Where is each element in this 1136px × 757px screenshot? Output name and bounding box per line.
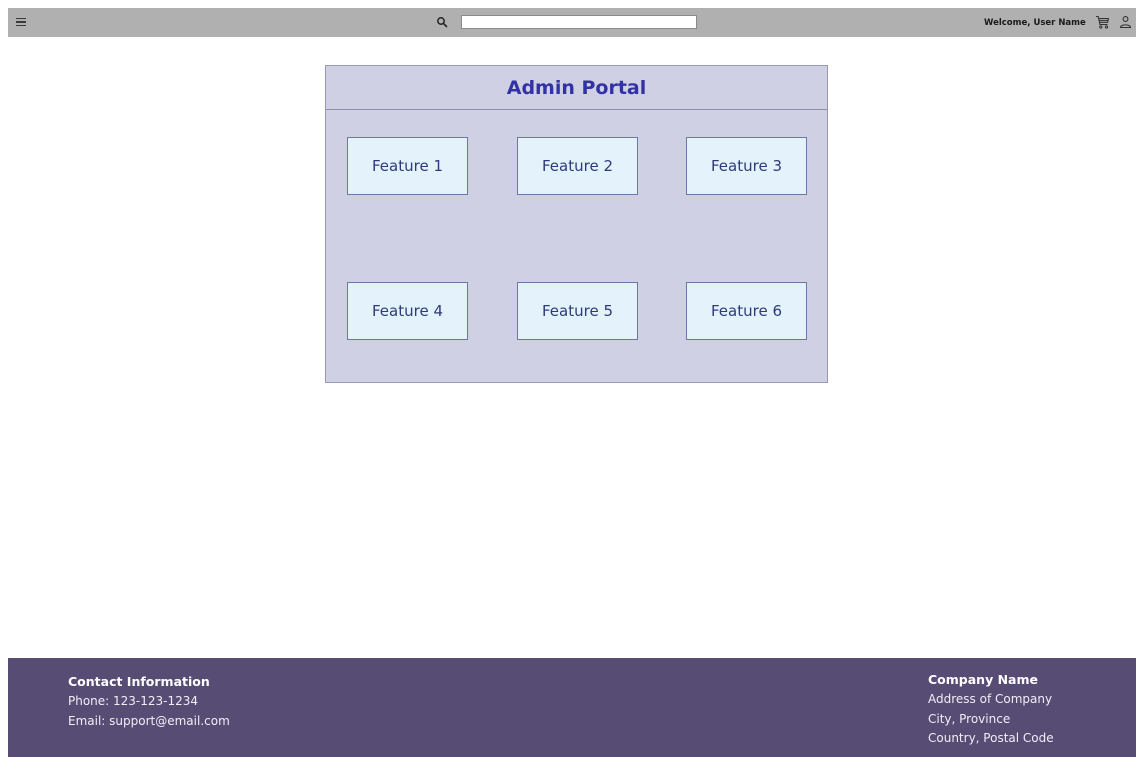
footer: Contact Information Phone: 123-123-1234 … [8, 658, 1136, 757]
feature-2-button[interactable]: Feature 2 [517, 137, 638, 195]
page: Welcome, User Name Admin Portal Feature … [0, 0, 1136, 757]
feature-3-button[interactable]: Feature 3 [686, 137, 807, 195]
company-information: Company Name Address of Company City, Pr… [928, 670, 1054, 749]
shopping-cart-icon[interactable] [1095, 15, 1110, 29]
contact-information: Contact Information Phone: 123-123-1234 … [68, 672, 230, 731]
contact-heading: Contact Information [68, 674, 210, 689]
contact-email: Email: support@email.com [68, 713, 230, 728]
feature-6-button[interactable]: Feature 6 [686, 282, 807, 340]
welcome-message: Welcome, User Name [984, 18, 1086, 28]
company-address: Address of Company [928, 692, 1053, 706]
menu-line-3 [16, 24, 26, 27]
search-input[interactable] [461, 15, 697, 29]
portal-title: Admin Portal [506, 76, 647, 99]
top-navigation-bar: Welcome, User Name [8, 8, 1136, 37]
company-country: Country, Postal Code [928, 731, 1054, 745]
feature-5-button[interactable]: Feature 5 [517, 282, 638, 340]
company-city: City, Province [928, 711, 1011, 726]
hamburger-menu-icon[interactable] [11, 12, 31, 32]
portal-header: Admin Portal [326, 66, 827, 110]
search-icon[interactable] [436, 16, 448, 28]
contact-phone: Phone: 123-123-1234 [68, 694, 199, 708]
menu-line-2 [16, 21, 26, 23]
feature-4-button[interactable]: Feature 4 [347, 282, 468, 340]
user-account-icon[interactable] [1119, 15, 1132, 29]
menu-line-1 [16, 17, 26, 20]
admin-portal-panel: Admin Portal Feature 1 Feature 2 Feature… [325, 65, 828, 383]
company-name: Company Name [928, 672, 1038, 687]
feature-1-button[interactable]: Feature 1 [347, 137, 468, 195]
